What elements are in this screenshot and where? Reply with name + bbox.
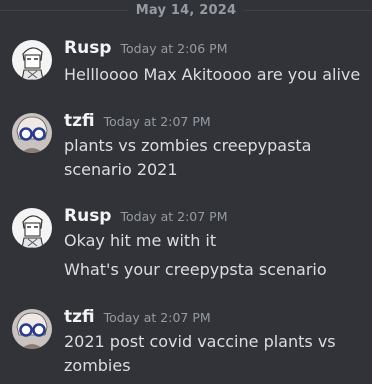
- message-group: tzfi Today at 2:07 PM plants vs zombies …: [0, 111, 372, 187]
- message-text: 2021 post covid vaccine plants vs: [64, 332, 336, 351]
- avatar-rusp[interactable]: [12, 40, 52, 80]
- username[interactable]: Rusp: [64, 206, 111, 226]
- message-header: Rusp Today at 2:07 PM: [64, 206, 228, 226]
- date-divider: May 14, 2024: [0, 0, 372, 20]
- message-group: Rusp Today at 2:07 PM Okay hit me with i…: [0, 206, 372, 286]
- timestamp: Today at 2:06 PM: [120, 41, 228, 56]
- message-text: zombies: [64, 356, 131, 375]
- avatar-tzfi[interactable]: [12, 309, 52, 349]
- username[interactable]: tzfi: [64, 307, 95, 327]
- timestamp: Today at 2:07 PM: [120, 209, 228, 224]
- cartoon-character-icon: [12, 40, 52, 80]
- message-text: Okay hit me with it: [64, 231, 217, 250]
- divider-line: [0, 9, 128, 11]
- glasses-character-icon: [12, 113, 52, 153]
- message-header: tzfi Today at 2:07 PM: [64, 307, 211, 327]
- cartoon-character-icon: [12, 208, 52, 248]
- glasses-character-icon: [12, 309, 52, 349]
- date-label: May 14, 2024: [135, 2, 237, 18]
- avatar-tzfi[interactable]: [12, 113, 52, 153]
- message-text: What's your creepypsta scenario: [64, 260, 327, 279]
- timestamp: Today at 2:07 PM: [103, 310, 211, 325]
- message-text: scenario 2021: [64, 160, 178, 179]
- username[interactable]: tzfi: [64, 111, 95, 131]
- divider-line: [244, 9, 372, 11]
- message-header: Rusp Today at 2:06 PM: [64, 38, 228, 58]
- message-group: Rusp Today at 2:06 PM Hellloooo Max Akit…: [0, 38, 372, 94]
- timestamp: Today at 2:07 PM: [103, 114, 211, 129]
- message-header: tzfi Today at 2:07 PM: [64, 111, 211, 131]
- chat-pane: May 14, 2024 Rusp Today at 2:06 PM Helll…: [0, 0, 372, 384]
- message-text: Hellloooo Max Akitoooo are you alive: [64, 65, 361, 84]
- message-text: plants vs zombies creepypasta: [64, 136, 312, 155]
- avatar-rusp[interactable]: [12, 208, 52, 248]
- message-group: tzfi Today at 2:07 PM 2021 post covid va…: [0, 307, 372, 384]
- username[interactable]: Rusp: [64, 38, 111, 58]
